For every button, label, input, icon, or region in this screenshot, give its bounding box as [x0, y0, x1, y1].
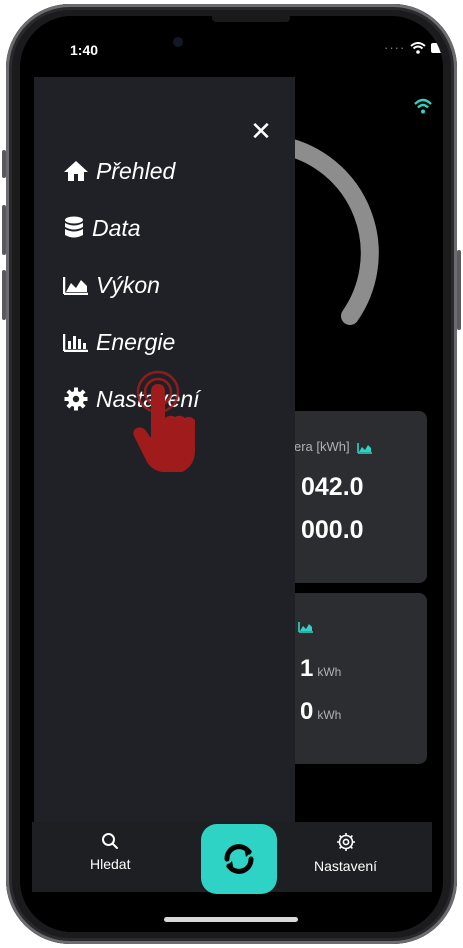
menu-item-label: Energie [96, 328, 176, 355]
phone-volume-up [2, 205, 6, 255]
phone-volume-down [2, 270, 6, 320]
daily-value-1: 1 kWh [300, 655, 342, 682]
screen: 1:40 ···· era [kWh] 042.0 000.0 1 kWh 0 … [20, 16, 443, 932]
wifi-status-icon [410, 41, 426, 54]
status-icons: ···· [384, 40, 443, 55]
menu-item-energie[interactable]: Energie [62, 327, 175, 357]
home-icon [62, 157, 90, 185]
area-chart-icon [357, 442, 373, 454]
bar-chart-icon [62, 328, 90, 356]
connection-wifi-icon [414, 98, 432, 114]
close-icon[interactable]: ✕ [246, 116, 276, 146]
tab-nastaveni[interactable]: Nastavení [314, 832, 377, 874]
phone-power-button [457, 250, 461, 330]
menu-item-label: Data [92, 214, 141, 241]
energy-value-2: 000.0 [301, 516, 364, 544]
refresh-icon [224, 844, 254, 874]
gear-icon [62, 385, 90, 413]
status-time: 1:40 [70, 42, 99, 58]
search-icon [102, 833, 119, 849]
camera [173, 37, 183, 47]
settings-icon [336, 833, 355, 851]
refresh-button[interactable] [201, 824, 277, 894]
home-indicator[interactable] [164, 917, 298, 922]
menu-item-data[interactable]: Data [62, 213, 141, 243]
menu-item-prehled[interactable]: Přehled [62, 156, 175, 186]
tab-label: Nastavení [314, 858, 378, 874]
tap-hand-icon [133, 370, 195, 472]
cellular-icon: ···· [384, 40, 406, 55]
energy-value-1: 042.0 [301, 473, 364, 501]
phone-side-button [2, 150, 6, 178]
energy-card-label: era [kWh] [294, 439, 373, 454]
battery-icon [431, 42, 443, 53]
database-icon [62, 214, 86, 242]
daily-value-2: 0 kWh [300, 698, 342, 725]
menu-item-label: Výkon [96, 271, 160, 298]
tab-hledat[interactable]: Hledat [90, 832, 130, 872]
area-chart-icon [62, 271, 90, 299]
menu-item-vykon[interactable]: Výkon [62, 270, 160, 300]
area-chart-icon [298, 622, 313, 633]
menu-item-label: Přehled [96, 157, 176, 184]
speaker [212, 16, 290, 22]
tab-label: Hledat [90, 856, 131, 872]
